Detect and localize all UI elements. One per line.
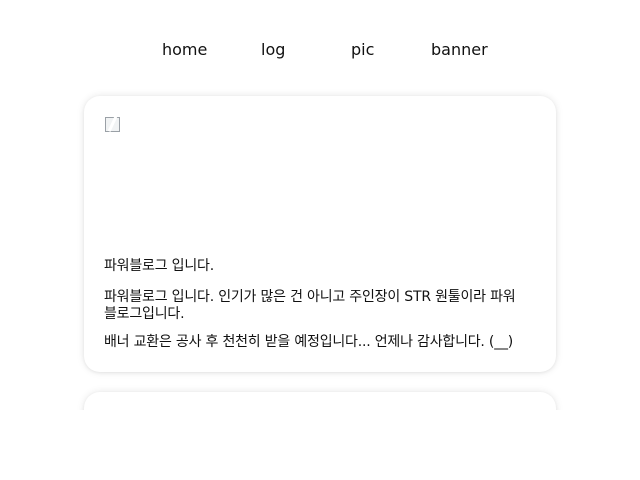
broken-image-icon — [104, 116, 120, 132]
post-title: 파워블로그 입니다. — [104, 258, 214, 274]
top-nav: home log pic banner — [0, 0, 640, 100]
post-description: 파워블로그 입니다. 인기가 많은 건 아니고 주인장이 STR 원툴이라 파워… — [104, 289, 516, 322]
post-card: 파워블로그 입니다. 파워블로그 입니다. 인기가 많은 건 아니고 주인장이 … — [84, 96, 556, 372]
page-bottom-mask — [0, 410, 640, 480]
nav-pic-link[interactable]: pic — [351, 40, 374, 60]
nav-home-link[interactable]: home — [162, 40, 207, 60]
post-note: 배너 교환은 공사 후 천천히 받을 예정입니다... 언제나 감사합니다. (… — [104, 334, 514, 350]
nav-banner-link[interactable]: banner — [431, 40, 488, 60]
nav-log-link[interactable]: log — [261, 40, 285, 60]
